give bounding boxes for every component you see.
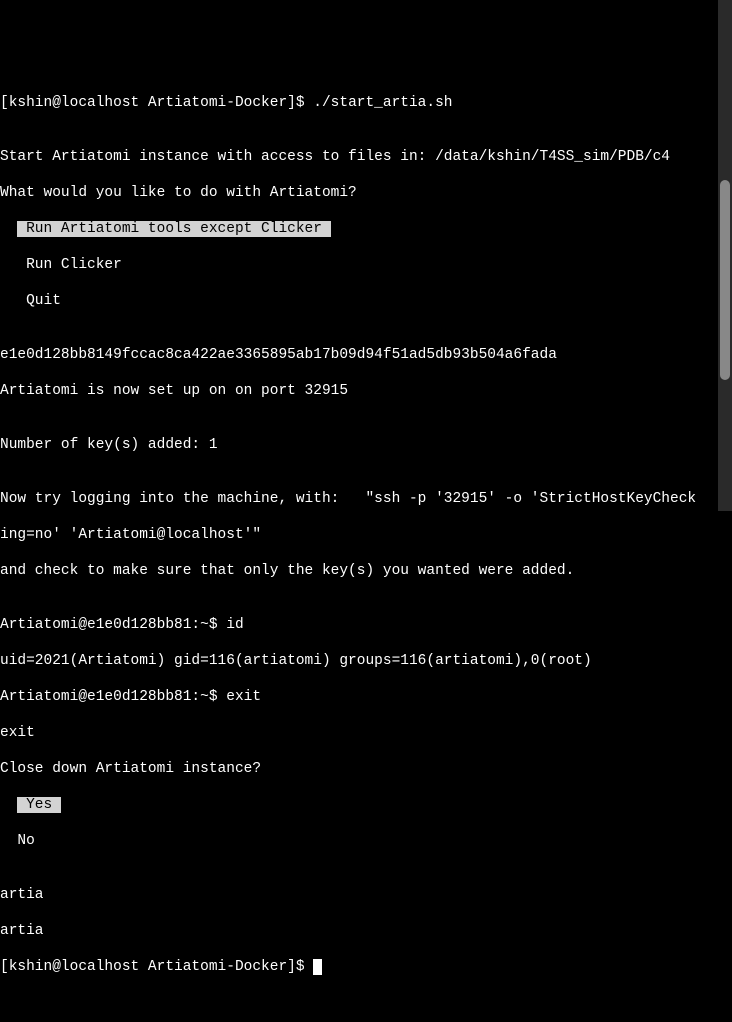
shell-prompt: [kshin@localhost Artiatomi-Docker]$ <box>0 959 313 975</box>
output-line: uid=2021(Artiatomi) gid=116(artiatomi) g… <box>0 652 732 670</box>
menu-item[interactable]: No <box>0 832 732 850</box>
cursor-icon <box>313 959 322 975</box>
output-line: and check to make sure that only the key… <box>0 562 732 580</box>
menu-item-selected[interactable]: Run Artiatomi tools except Clicker <box>17 221 330 237</box>
output-line: e1e0d128bb8149fccac8ca422ae3365895ab17b0… <box>0 346 732 364</box>
output-line: Start Artiatomi instance with access to … <box>0 148 732 166</box>
shell-prompt: [kshin@localhost Artiatomi-Docker]$ <box>0 95 313 111</box>
menu-item[interactable]: Run Clicker <box>0 256 732 274</box>
output-line: What would you like to do with Artiatomi… <box>0 184 732 202</box>
output-line: Close down Artiatomi instance? <box>0 760 732 778</box>
output-line: ing=no' 'Artiatomi@localhost'" <box>0 526 732 544</box>
menu-item[interactable]: Quit <box>0 292 732 310</box>
menu-line: Run Artiatomi tools except Clicker <box>0 220 732 238</box>
output-line: artia <box>0 886 732 904</box>
command-text: ./start_artia.sh <box>313 95 452 111</box>
menu-item-selected[interactable]: Yes <box>17 797 61 813</box>
scrollbar-thumb[interactable] <box>720 180 730 380</box>
inner-shell-prompt: Artiatomi@e1e0d128bb81:~$ <box>0 617 226 633</box>
menu-line: Yes <box>0 796 732 814</box>
output-line: Now try logging into the machine, with: … <box>0 490 732 508</box>
output-line: artia <box>0 922 732 940</box>
command-text: id <box>226 617 243 633</box>
inner-shell-prompt: Artiatomi@e1e0d128bb81:~$ <box>0 689 226 705</box>
output-line: exit <box>0 724 732 742</box>
terminal-output: [kshin@localhost Artiatomi-Docker]$ ./st… <box>0 76 732 994</box>
output-line: Number of key(s) added: 1 <box>0 436 732 454</box>
scrollbar-track[interactable] <box>718 0 732 511</box>
output-line: Artiatomi is now set up on on port 32915 <box>0 382 732 400</box>
command-text: exit <box>226 689 261 705</box>
